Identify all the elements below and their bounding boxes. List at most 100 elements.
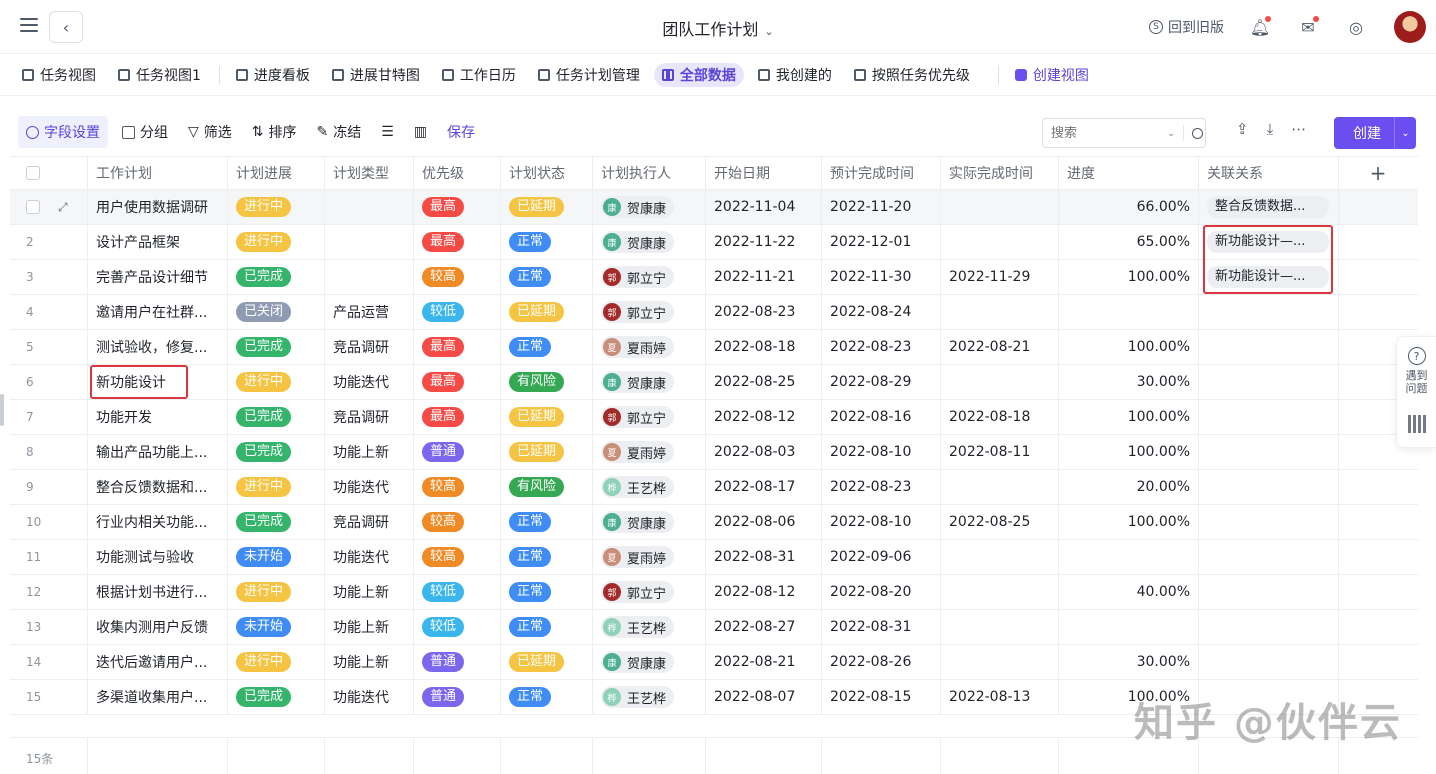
cell-due[interactable]: 2022-08-16 <box>822 400 941 434</box>
view-tab-7[interactable]: 我创建的 <box>750 63 840 87</box>
user-avatar[interactable] <box>1394 11 1426 43</box>
cell-done[interactable] <box>941 365 1059 399</box>
resize-handle[interactable] <box>0 394 4 426</box>
table-row[interactable]: 9 整合反馈数据和... 进行中 功能迭代 较高 有风险 桦王艺桦 2022-08-17 202… <box>10 470 1418 505</box>
cell-start[interactable]: 2022-08-21 <box>706 645 822 679</box>
chevron-down-icon[interactable]: ⌄ <box>1167 128 1175 139</box>
cell-progress[interactable]: 进行中 <box>228 575 325 609</box>
cell-due[interactable]: 2022-08-26 <box>822 645 941 679</box>
cell-status[interactable]: 已延期 <box>501 645 593 679</box>
cell-rel[interactable] <box>1199 365 1339 399</box>
cell-type[interactable]: 产品运营 <box>325 295 414 329</box>
chart-button[interactable]: ▥ <box>414 124 427 140</box>
view-tab-1[interactable]: 任务视图1 <box>110 63 209 87</box>
cell-owner[interactable]: 康贺康康 <box>593 190 706 224</box>
cell-status[interactable]: 正常 <box>501 610 593 644</box>
cell-priority[interactable]: 较高 <box>414 540 501 574</box>
cell-status[interactable]: 有风险 <box>501 470 593 504</box>
cell-priority[interactable]: 最高 <box>414 400 501 434</box>
select-all-cell[interactable] <box>10 157 88 189</box>
cell-pct[interactable] <box>1059 610 1199 644</box>
table-row[interactable]: 8 输出产品功能上... 已完成 功能上新 普通 已延期 夏夏雨婷 2022-08-03 202… <box>10 435 1418 470</box>
cell-due[interactable]: 2022-08-15 <box>822 680 941 714</box>
column-header[interactable]: 预计完成时间 <box>822 157 941 189</box>
cell-owner[interactable]: 桦王艺桦 <box>593 610 706 644</box>
cell-type[interactable] <box>325 225 414 259</box>
cell-priority[interactable]: 较低 <box>414 295 501 329</box>
cell-pct[interactable] <box>1059 295 1199 329</box>
cell-progress[interactable]: 进行中 <box>228 190 325 224</box>
cell-pct[interactable]: 100.00% <box>1059 435 1199 469</box>
table-row[interactable]: 5 测试验收，修复... 已完成 竞品调研 最高 正常 夏夏雨婷 2022-08-18 2022… <box>10 330 1418 365</box>
cell-rel[interactable] <box>1199 400 1339 434</box>
cell-name[interactable]: 功能开发 <box>88 400 228 434</box>
row-height-button[interactable]: ☰ <box>381 124 394 140</box>
cell-progress[interactable]: 已完成 <box>228 260 325 294</box>
table-row[interactable]: 10 行业内相关功能... 已完成 竞品调研 较高 正常 康贺康康 2022-08-06 202… <box>10 505 1418 540</box>
cell-start[interactable]: 2022-08-03 <box>706 435 822 469</box>
cell-owner[interactable]: 郭郭立宁 <box>593 575 706 609</box>
cell-status[interactable]: 已延期 <box>501 190 593 224</box>
field-settings-button[interactable]: 字段设置 <box>18 116 108 148</box>
cell-type[interactable]: 功能迭代 <box>325 680 414 714</box>
cell-start[interactable]: 2022-11-21 <box>706 260 822 294</box>
cell-name[interactable]: 输出产品功能上... <box>88 435 228 469</box>
freeze-button[interactable]: ✎ 冻结 <box>317 122 362 142</box>
table-row[interactable]: 11 功能测试与验收 未开始 功能迭代 较高 正常 夏夏雨婷 2022-08-31 2022-0… <box>10 540 1418 575</box>
cell-pct[interactable]: 40.00% <box>1059 575 1199 609</box>
view-tab-8[interactable]: 按照任务优先级 <box>846 63 978 87</box>
cell-start[interactable]: 2022-08-23 <box>706 295 822 329</box>
select-all-checkbox[interactable] <box>26 166 40 180</box>
search-input[interactable] <box>1051 125 1161 141</box>
cell-rel[interactable] <box>1199 435 1339 469</box>
cell-pct[interactable]: 65.00% <box>1059 225 1199 259</box>
cell-status[interactable]: 正常 <box>501 505 593 539</box>
cell-type[interactable]: 竞品调研 <box>325 330 414 364</box>
cell-type[interactable]: 功能上新 <box>325 435 414 469</box>
cell-type[interactable]: 竞品调研 <box>325 505 414 539</box>
cell-pct[interactable]: 30.00% <box>1059 645 1199 679</box>
cell-pct[interactable]: 100.00% <box>1059 505 1199 539</box>
cell-start[interactable]: 2022-08-17 <box>706 470 822 504</box>
cell-owner[interactable]: 康贺康康 <box>593 225 706 259</box>
cell-type[interactable]: 竞品调研 <box>325 400 414 434</box>
add-column-button[interactable]: + <box>1339 157 1417 189</box>
cell-priority[interactable]: 较高 <box>414 260 501 294</box>
cell-name[interactable]: 功能测试与验收 <box>88 540 228 574</box>
filter-button[interactable]: ▽ 筛选 <box>188 122 232 142</box>
expand-icon[interactable]: ⤢ <box>58 200 68 215</box>
cell-priority[interactable]: 较高 <box>414 470 501 504</box>
relation-chip[interactable]: 新功能设计—... <box>1207 266 1329 288</box>
cell-rel[interactable] <box>1199 470 1339 504</box>
cell-pct[interactable]: 100.00% <box>1059 260 1199 294</box>
cell-priority[interactable]: 普通 <box>414 435 501 469</box>
cell-done[interactable] <box>941 295 1059 329</box>
cell-owner[interactable]: 康贺康康 <box>593 365 706 399</box>
cell-done[interactable]: 2022-08-25 <box>941 505 1059 539</box>
table-row[interactable]: 4 邀请用户在社群... 已关闭 产品运营 较低 已延期 郭郭立宁 2022-08-23 202… <box>10 295 1418 330</box>
cell-owner[interactable]: 郭郭立宁 <box>593 295 706 329</box>
cell-owner[interactable]: 郭郭立宁 <box>593 400 706 434</box>
old-version-link[interactable]: S 回到旧版 <box>1149 17 1224 37</box>
cell-status[interactable]: 已延期 <box>501 295 593 329</box>
cell-name[interactable]: 邀请用户在社群... <box>88 295 228 329</box>
cell-due[interactable]: 2022-12-01 <box>822 225 941 259</box>
cell-due[interactable]: 2022-08-10 <box>822 435 941 469</box>
cell-progress[interactable]: 已完成 <box>228 330 325 364</box>
cell-start[interactable]: 2022-08-07 <box>706 680 822 714</box>
cell-rel[interactable] <box>1199 505 1339 539</box>
table-row[interactable]: 15 多渠道收集用户... 已完成 功能迭代 普通 正常 桦王艺桦 2022-08-07 202… <box>10 680 1418 715</box>
more-icon[interactable]: ⋯ <box>1291 120 1306 138</box>
relation-chip[interactable]: 新功能设计—... <box>1207 231 1329 253</box>
cell-rel[interactable]: 新功能设计—... <box>1199 225 1339 259</box>
cell-due[interactable]: 2022-08-29 <box>822 365 941 399</box>
cell-progress[interactable]: 未开始 <box>228 610 325 644</box>
cell-type[interactable]: 功能上新 <box>325 645 414 679</box>
cell-name[interactable]: 收集内测用户反馈 <box>88 610 228 644</box>
cell-priority[interactable]: 最高 <box>414 330 501 364</box>
column-header[interactable]: 实际完成时间 <box>941 157 1059 189</box>
cell-name[interactable]: 测试验收，修复... <box>88 330 228 364</box>
cell-owner[interactable]: 郭郭立宁 <box>593 260 706 294</box>
cell-status[interactable]: 已延期 <box>501 400 593 434</box>
table-row[interactable]: 14 迭代后邀请用户... 进行中 功能上新 普通 已延期 康贺康康 2022-08-21 20… <box>10 645 1418 680</box>
